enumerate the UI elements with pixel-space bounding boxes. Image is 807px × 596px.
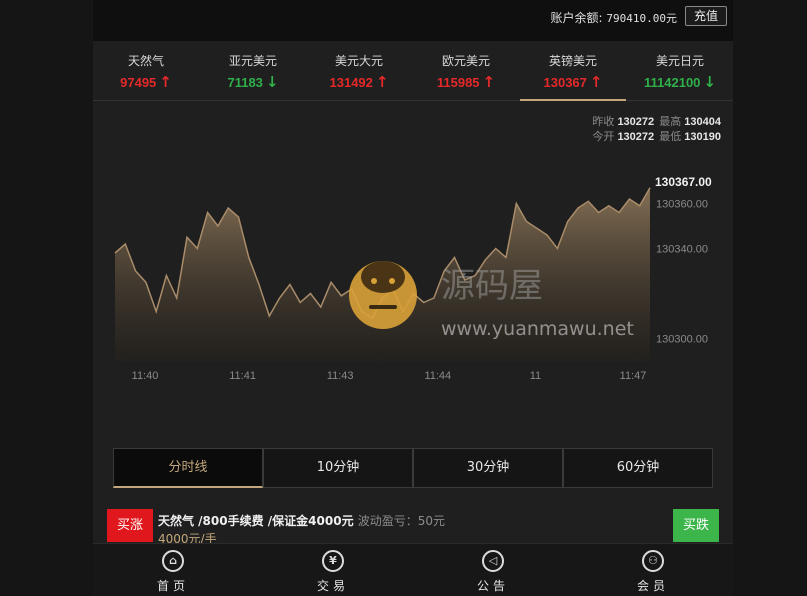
nav-label: 会员	[636, 579, 669, 593]
buy-down-button[interactable]: 买跌	[673, 509, 719, 542]
balance-value: 790410.00元	[606, 12, 677, 25]
tab-instrument-5[interactable]: 美元日元 11142100 ↓	[627, 41, 733, 101]
instrument-price: 115985	[436, 75, 480, 90]
order-panel: 买涨 天然气 /800手续费 /保证金4000元 波动盈亏：50元 4000元/…	[107, 509, 719, 546]
arrow-up-icon: ↑	[589, 73, 603, 91]
open-label: 今开	[592, 131, 615, 143]
instrument-name: 欧元美元	[441, 54, 490, 68]
period-tab-3[interactable]: 60分钟	[563, 448, 713, 488]
low-value: 130190	[684, 131, 721, 143]
price-stats: 昨收 130272 最高 130404 今开 130272 最低 130190	[592, 115, 723, 145]
current-price-label: 130367.00	[655, 175, 712, 189]
nav-trade[interactable]: ¥ 交易	[253, 544, 413, 596]
nav-label: 首页	[156, 579, 189, 593]
arrow-up-icon: ↑	[375, 73, 389, 91]
x-tick-label: 11:47	[620, 370, 647, 382]
prev-close-value: 130272	[617, 116, 655, 128]
x-tick-label: 11:43	[327, 370, 354, 382]
instrument-name: 美元大元	[334, 54, 383, 68]
nav-announcement[interactable]: ◁ 公告	[413, 544, 573, 596]
instrument-tabs: 天然气 97495 ↑ 亚元美元 71183 ↓ 美元大元 131492 ↑ 欧元美元…	[93, 41, 733, 101]
prev-close-label: 昨收	[592, 116, 615, 128]
nav-member[interactable]: ⚇ 会员	[573, 544, 733, 596]
instrument-name: 亚元美元	[228, 54, 277, 68]
arrow-up-icon: ↑	[159, 73, 172, 91]
instrument-price: 130367	[543, 75, 587, 90]
trading-app: 账户余额: 790410.00元 充值 天然气 97495 ↑ 亚元美元 7118…	[93, 0, 733, 596]
bottom-nav: ⌂ 首页 ¥ 交易 ◁ 公告 ⚇ 会员	[93, 543, 733, 596]
period-tab-1[interactable]: 10分钟	[263, 448, 413, 488]
period-tabs: 分时线 10分钟 30分钟 60分钟	[113, 448, 713, 488]
instrument-price: 11142100	[644, 75, 701, 90]
instrument-name: 英镑美元	[548, 54, 597, 68]
yen-icon: ¥	[322, 550, 344, 572]
y-tick-label: 130360.00	[656, 199, 708, 211]
price-chart[interactable]: 昨收 130272 最高 130404 今开 130272 最低 130190 …	[93, 101, 733, 391]
low-label: 最低	[659, 131, 682, 143]
user-icon: ⚇	[642, 550, 664, 572]
price-area	[115, 187, 650, 361]
product-description: 天然气 /800手续费 /保证金4000元	[158, 514, 354, 528]
tab-instrument-0[interactable]: 天然气 97495 ↑	[93, 41, 199, 101]
arrow-down-icon: ↓	[703, 73, 716, 91]
period-tab-0[interactable]: 分时线	[113, 448, 263, 488]
balance-label: 账户余额:	[550, 11, 603, 25]
instrument-price: 131492	[329, 75, 373, 90]
instrument-name: 美元日元	[655, 54, 704, 68]
speaker-icon: ◁	[482, 550, 504, 572]
high-value: 130404	[684, 116, 721, 128]
home-icon: ⌂	[162, 550, 184, 572]
fluctuation-info: 波动盈亏：50元	[357, 514, 446, 528]
tab-instrument-2[interactable]: 美元大元 131492 ↑	[306, 41, 412, 101]
recharge-button[interactable]: 充值	[685, 6, 727, 26]
nav-home[interactable]: ⌂ 首页	[93, 544, 253, 596]
x-tick-label: 11:44	[424, 370, 451, 382]
open-value: 130272	[617, 131, 655, 143]
nav-label: 交易	[316, 579, 349, 593]
y-tick-label: 130300.00	[656, 334, 708, 346]
instrument-price: 97495	[120, 75, 157, 90]
instrument-price: 71183	[227, 75, 263, 90]
buy-up-button[interactable]: 买涨	[107, 509, 153, 542]
tab-instrument-4[interactable]: 英镑美元 130367 ↑	[520, 41, 626, 101]
x-tick-label: 11:41	[229, 370, 256, 382]
product-info: 天然气 /800手续费 /保证金4000元 波动盈亏：50元	[158, 512, 445, 529]
account-balance: 账户余额: 790410.00元	[551, 9, 677, 26]
arrow-up-icon: ↑	[482, 73, 496, 91]
nav-label: 公告	[476, 579, 509, 593]
x-tick-label: 11:40	[132, 370, 159, 382]
period-tab-2[interactable]: 30分钟	[413, 448, 563, 488]
tab-instrument-3[interactable]: 欧元美元 115985 ↑	[413, 41, 519, 101]
arrow-down-icon: ↓	[265, 73, 279, 91]
y-tick-label: 130340.00	[656, 244, 708, 256]
high-label: 最高	[659, 116, 682, 128]
x-tick-label: 11	[530, 370, 541, 382]
tab-instrument-1[interactable]: 亚元美元 71183 ↓	[200, 41, 306, 101]
instrument-name: 天然气	[127, 54, 164, 68]
top-bar: 账户余额: 790410.00元 充值	[93, 0, 733, 41]
